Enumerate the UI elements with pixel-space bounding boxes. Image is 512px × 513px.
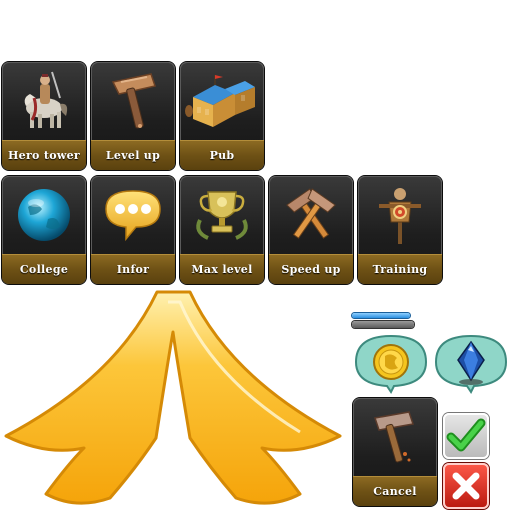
pub-label: Pub [209,149,235,162]
label-bar: Level up [91,140,175,170]
speed-up-label: Speed up [281,263,341,276]
college-button[interactable]: College [2,176,86,284]
infor-label: Infor [116,263,150,276]
level-up-button[interactable]: Level up [91,62,175,170]
cancel-label: Cancel [373,485,417,498]
checkmark-icon [446,418,486,452]
decline-button[interactable] [443,463,489,509]
gold-coin-bubble[interactable] [352,332,430,394]
hammer-icon [91,62,175,140]
label-bar: Training [358,254,442,284]
hero-tower-label: Hero tower [7,149,81,162]
infor-button[interactable]: Infor [91,176,175,284]
training-button[interactable]: Training [358,176,442,284]
build-arrow-icon [4,290,342,505]
hammer-icon [353,398,437,476]
label-bar: Max level [180,254,264,284]
label-bar: Speed up [269,254,353,284]
trophy-icon [180,176,264,254]
progress-bar-blue [352,313,410,318]
gem-bubble[interactable] [432,332,510,394]
globe-icon [2,176,86,254]
knight-on-horse-icon [2,62,86,140]
college-label: College [19,263,69,276]
pub-button[interactable]: Pub [180,62,264,170]
speech-bubble-icon [91,176,175,254]
label-bar: Hero tower [2,140,86,170]
label-bar: Cancel [353,476,437,506]
speed-up-button[interactable]: Speed up [269,176,353,284]
max-level-button[interactable]: Max level [180,176,264,284]
progress-bar-gray [352,321,414,328]
label-bar: College [2,254,86,284]
label-bar: Infor [91,254,175,284]
confirm-button[interactable] [443,413,489,459]
training-dummy-icon [358,176,442,254]
cancel-button[interactable]: Cancel [353,398,437,506]
hero-tower-button[interactable]: Hero tower [2,62,86,170]
gold-coin-icon [373,344,409,380]
training-label: Training [372,263,428,276]
close-icon [452,472,480,500]
label-bar: Pub [180,140,264,170]
tavern-building-icon [180,62,264,140]
crossed-hammers-icon [269,176,353,254]
level-up-label: Level up [105,149,161,162]
max-level-label: Max level [191,263,253,276]
